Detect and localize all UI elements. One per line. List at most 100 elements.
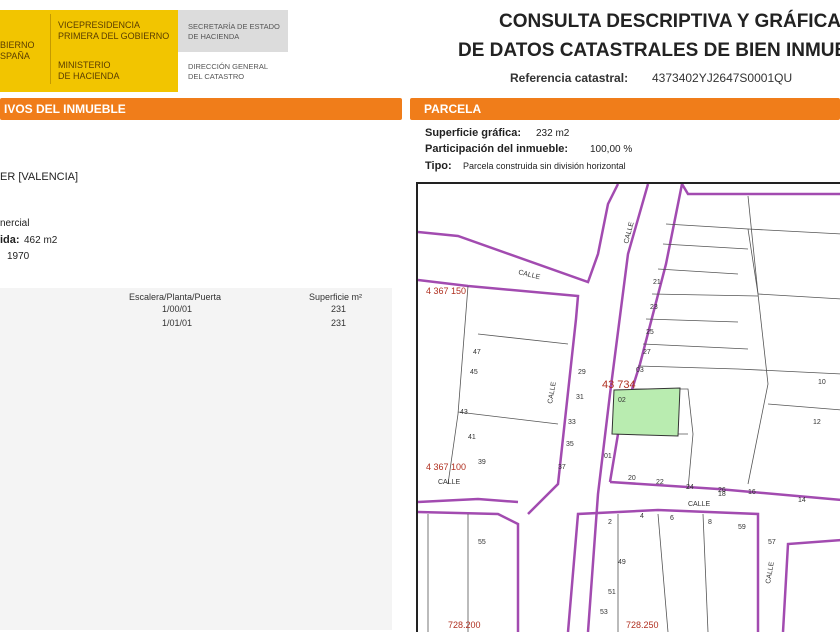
- parcel-number: 02: [618, 397, 626, 404]
- map-coord: 43 734: [602, 379, 636, 391]
- use-value: nercial: [0, 218, 30, 229]
- street-label: CALLE: [518, 269, 542, 281]
- parcel-line: [642, 343, 749, 350]
- parcel-number: 45: [470, 369, 478, 376]
- map-coord: 728.200: [448, 620, 481, 630]
- cadastral-map-svg: 43 734 4 367 150 4 367 100 728.200 728.2…: [417, 183, 840, 633]
- parcel-number: 14: [798, 497, 806, 504]
- direccion-line2: DEL CATASTRO: [188, 72, 245, 81]
- direccion-line1: DIRECCIÓN GENERAL: [188, 62, 269, 71]
- parcel-number: 2: [608, 519, 612, 526]
- parcel-number: 59: [738, 524, 746, 531]
- parcel-line: [747, 228, 840, 235]
- street-label: CALLE: [547, 381, 558, 404]
- map-coord: 728.250: [626, 620, 659, 630]
- parcel-number: 39: [478, 459, 486, 466]
- superficie-label: Superficie gráfica:: [425, 127, 521, 139]
- parcel-number: 20: [628, 475, 636, 482]
- document-title-line2: DE DATOS CATASTRALES DE BIEN INMUE: [458, 40, 840, 61]
- parcel-number: 6: [670, 515, 674, 522]
- table-cell-surface: 231: [331, 304, 347, 314]
- parcel-line: [477, 333, 569, 345]
- map-coord: 4 367 100: [426, 462, 466, 472]
- left-section-title: IVOS DEL INMUEBLE: [4, 102, 126, 116]
- secretaria-line1: SECRETARÍA DE ESTADO: [188, 22, 280, 31]
- street-line: [680, 183, 840, 196]
- parcel-line: [747, 195, 769, 485]
- table-cell-unit: 1/01/01: [162, 318, 193, 328]
- parcel-number: 4: [640, 513, 644, 520]
- street-line: [417, 183, 620, 284]
- street-line: [781, 538, 840, 633]
- parcel-line: [645, 318, 739, 323]
- parcel-line: [757, 293, 840, 300]
- participacion-label: Participación del inmueble:: [425, 143, 569, 155]
- parcel-line: [447, 285, 469, 485]
- parcel-line: [657, 268, 739, 275]
- parcel-number: 25: [646, 329, 654, 336]
- parcel-number: 51: [608, 589, 616, 596]
- logo-line3: MINISTERIO: [58, 60, 111, 70]
- tipo-value: Parcela construida sin división horizont…: [463, 161, 626, 171]
- map-coord: 4 367 150: [426, 286, 466, 296]
- tipo-label: Tipo:: [425, 160, 452, 172]
- parcel-number: 03: [636, 367, 644, 374]
- parcel-number: 47: [473, 349, 481, 356]
- parcel-number: 35: [566, 441, 574, 448]
- location: ER [VALENCIA]: [0, 171, 79, 183]
- parcel-number: 23: [650, 304, 658, 311]
- parcel-number: 57: [768, 539, 776, 546]
- street-line: [417, 497, 519, 504]
- left-section-bar: IVOS DEL INMUEBLE: [0, 98, 402, 120]
- table-header-superficie: Superficie m²: [309, 292, 363, 302]
- parcel-number: 41: [468, 434, 476, 441]
- logo-left-line1: BIERNO: [0, 40, 35, 50]
- parcel-number: 29: [578, 369, 586, 376]
- parcel-line: [702, 513, 709, 633]
- secretaria-block: [178, 10, 288, 52]
- table-header-escalera: Escalera/Planta/Puerta: [129, 292, 222, 302]
- parcel-line: [665, 223, 759, 295]
- parcel-number: 01: [604, 453, 612, 460]
- parcel-number: 43: [460, 409, 468, 416]
- parcel-number: 53: [600, 609, 608, 616]
- surface-value: 462 m2: [24, 235, 58, 246]
- parcel-number: 55: [478, 539, 486, 546]
- parcel-number: 22: [656, 479, 664, 486]
- parcel-line: [651, 293, 759, 297]
- parcel-line: [637, 365, 840, 375]
- ref-label: Referencia catastral:: [510, 71, 629, 85]
- street-label: CALLE: [688, 501, 711, 508]
- right-section-bar: PARCELA: [410, 98, 840, 120]
- table-cell-unit: 1/00/01: [162, 304, 193, 314]
- parcel-number: 21: [653, 279, 661, 286]
- logo-left-line2: SPAÑA: [0, 51, 30, 61]
- parcel-number: 49: [618, 559, 626, 566]
- document-title-line1: CONSULTA DESCRIPTIVA Y GRÁFICA: [499, 11, 840, 32]
- logo-line4: DE HACIENDA: [58, 71, 120, 81]
- surface-label: ida:: [0, 234, 20, 246]
- parcel-number: 18: [718, 491, 726, 498]
- parcel-number: 10: [818, 379, 826, 386]
- parcel-number: 27: [643, 349, 651, 356]
- participacion-value: 100,00 %: [590, 144, 633, 155]
- parcel-number: 12: [813, 419, 821, 426]
- logo-line1: VICEPRESIDENCIA: [58, 20, 141, 30]
- parcel-number: 16: [748, 489, 756, 496]
- cadastral-map[interactable]: 43 734 4 367 150 4 367 100 728.200 728.2…: [416, 182, 840, 633]
- units-table-panel: [0, 288, 392, 630]
- parcel-line: [767, 403, 840, 411]
- street-label: CALLE: [765, 561, 776, 584]
- parcel-number: 24: [686, 484, 694, 491]
- logo-line2: PRIMERA DEL GOBIERNO: [58, 31, 170, 41]
- parcel-line: [457, 411, 559, 425]
- parcel-number: 31: [576, 394, 584, 401]
- secretaria-line2: DE HACIENDA: [188, 32, 240, 41]
- superficie-value: 232 m2: [536, 128, 570, 139]
- parcel-line: [662, 243, 749, 250]
- parcel-line: [657, 513, 669, 633]
- highlighted-parcel[interactable]: [611, 387, 681, 437]
- parcel-number: 37: [558, 464, 566, 471]
- construction-year: 1970: [7, 251, 30, 262]
- ref-value: 4373402YJ2647S0001QU: [652, 71, 793, 85]
